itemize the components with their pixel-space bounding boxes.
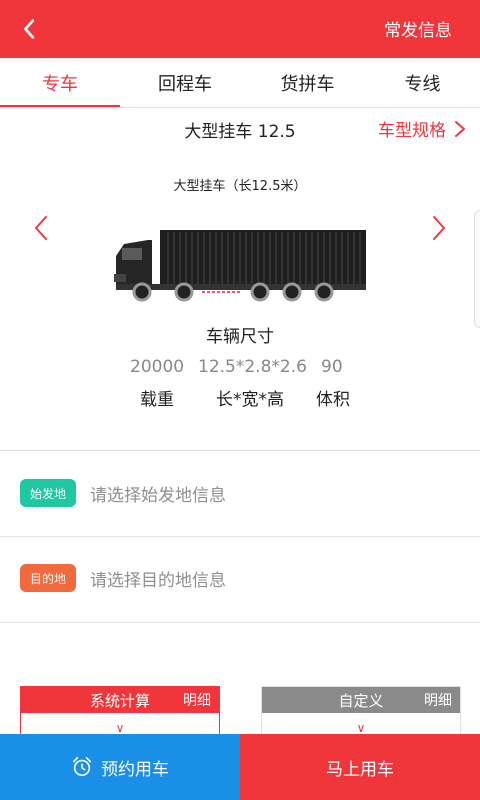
spec-label-load: 载重 — [140, 390, 174, 410]
chevron-left-icon — [24, 19, 35, 39]
reserve-vehicle-button[interactable]: 预约用车 — [0, 734, 240, 800]
chevron-right-icon — [455, 120, 465, 137]
alarm-clock-icon — [72, 757, 92, 777]
prev-vehicle-button[interactable] — [26, 210, 56, 246]
scroll-indicator — [474, 210, 480, 328]
destination-badge: 目的地 — [20, 564, 76, 592]
spec-value-size: 12.5*2.8*2.6 — [198, 357, 307, 377]
next-vehicle-button[interactable] — [424, 210, 454, 246]
app-header: 常发信息 — [0, 0, 480, 58]
section-divider — [0, 450, 480, 451]
tab-shared-truck[interactable]: 货拼车 — [250, 58, 365, 108]
row-divider — [0, 622, 480, 623]
use-vehicle-now-button[interactable]: 马上用车 — [240, 734, 480, 800]
chevron-right-icon — [433, 216, 445, 240]
vehicle-spec-label: 车型规格 — [378, 121, 446, 141]
chevron-down-icon: ∨ — [115, 721, 125, 735]
tab-dedicated[interactable]: 专车 — [0, 58, 120, 108]
spec-label-size: 长*宽*高 — [216, 390, 284, 410]
row-divider — [0, 536, 480, 537]
chevron-left-icon — [35, 216, 47, 240]
custom-price-detail-link[interactable]: 明细 — [424, 690, 452, 710]
frequent-info-link[interactable]: 常发信息 — [384, 16, 452, 41]
custom-price-header: 自定义 明细 — [262, 687, 460, 713]
origin-badge: 始发地 — [20, 479, 76, 507]
tabs-divider — [0, 107, 480, 108]
destination-row[interactable]: 目的地 请选择目的地信息 — [0, 548, 480, 608]
vehicle-tabs: 专车 回程车 货拼车 专线 — [0, 58, 480, 108]
origin-row[interactable]: 始发地 请选择始发地信息 — [0, 463, 480, 523]
use-vehicle-now-label: 马上用车 — [326, 759, 394, 780]
bottom-action-bar: 预约用车 马上用车 — [0, 734, 480, 800]
origin-input[interactable]: 请选择始发地信息 — [90, 481, 226, 506]
reserve-vehicle-label: 预约用车 — [101, 759, 169, 780]
spec-value-load: 20000 — [130, 357, 185, 377]
system-price-detail-link[interactable]: 明细 — [183, 690, 211, 710]
vehicle-caption: 大型挂车（长12.5米） — [173, 179, 307, 194]
tab-return-truck[interactable]: 回程车 — [120, 58, 250, 108]
tab-special-line[interactable]: 专线 — [365, 58, 480, 108]
back-button[interactable] — [12, 11, 48, 47]
dimension-title: 车辆尺寸 — [206, 327, 274, 347]
vehicle-spec-link[interactable]: 车型规格 — [378, 116, 468, 141]
system-price-header: 系统计算 明细 — [21, 687, 219, 713]
destination-input[interactable]: 请选择目的地信息 — [90, 566, 226, 591]
spec-value-volume: 90 — [321, 357, 343, 377]
truck-image — [114, 230, 366, 302]
chevron-down-icon: ∨ — [356, 721, 366, 735]
spec-label-volume: 体积 — [316, 390, 350, 410]
